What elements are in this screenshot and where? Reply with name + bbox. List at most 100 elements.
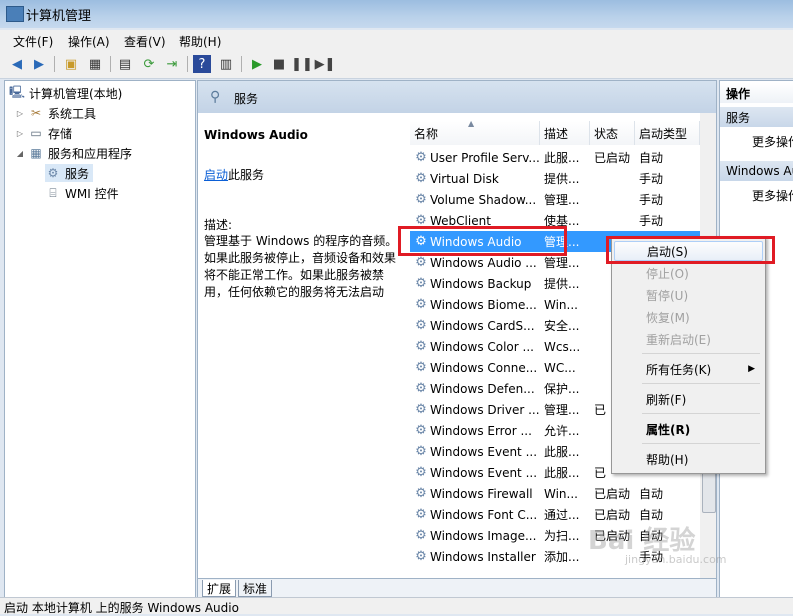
gear-icon: ⚙	[415, 381, 427, 396]
tree-item-label: 系统工具	[48, 106, 97, 121]
service-description-cell: 为扫...	[544, 529, 580, 543]
service-name-cell: ⚙ Volume Shadow...	[410, 193, 540, 207]
description-text: 管理基于 Windows 的程序的音频。如果此服务被停止，音频设备和效果将不能正…	[204, 234, 398, 299]
export-list-icon[interactable]: ⇥	[163, 55, 181, 73]
gear-icon: ⚙	[415, 318, 427, 333]
actions-more-2[interactable]: 更多操作	[720, 185, 793, 205]
service-name: Windows Image...	[430, 528, 537, 543]
context-menu: 启动(S) 停止(O) 暂停(U) 恢复(M) 重新启动(E) 所有任务(K) …	[611, 236, 766, 474]
show-hide-action-pane-icon[interactable]: ▥	[217, 55, 235, 73]
gear-icon: ⚙	[415, 549, 427, 564]
annotation-box-start	[606, 236, 775, 264]
service-description-cell: 管理...	[544, 256, 580, 270]
service-name-cell: ⚙ Windows Backup	[410, 277, 540, 291]
actions-section-services[interactable]: 服务	[720, 107, 793, 127]
service-startup-cell: 手动	[639, 172, 664, 186]
gear-icon: ⚙	[415, 444, 427, 459]
service-name-cell: ⚙ Windows Event ...	[410, 445, 540, 459]
menu-item-refresh[interactable]: 刷新(F)	[614, 389, 763, 409]
collapse-icon[interactable]: ◢	[15, 149, 25, 158]
service-name: Windows Color ...	[430, 339, 534, 354]
menu-item-restart[interactable]: 重新启动(E)	[614, 329, 763, 349]
tree-item-services-apps[interactable]: ◢ ▦ 服务和应用程序	[15, 144, 132, 162]
service-name: Windows Driver ...	[430, 402, 540, 417]
column-status[interactable]: 状态	[590, 121, 635, 145]
back-icon[interactable]: ◀	[8, 55, 26, 73]
column-startup-type[interactable]: 启动类型	[635, 121, 700, 145]
actions-more-1[interactable]: 更多操作	[720, 131, 793, 151]
menu-item-pause[interactable]: 暂停(U)	[614, 285, 763, 305]
tab-standard[interactable]: 标准	[238, 580, 273, 597]
menu-item-properties[interactable]: 属性(R)	[614, 419, 763, 439]
menu-item-resume[interactable]: 恢复(M)	[614, 307, 763, 327]
service-description-cell: 添加...	[544, 550, 580, 564]
service-name: Windows Event ...	[430, 465, 538, 480]
tree-item-wmi[interactable]: ⌸ WMI 控件	[45, 184, 119, 202]
service-startup-cell: 自动	[639, 487, 664, 501]
service-name: Windows Firewall	[430, 486, 533, 501]
properties-icon[interactable]: ▤	[116, 55, 134, 73]
service-name: Windows Audio ...	[430, 255, 537, 270]
table-row[interactable]: ⚙ Windows Firewall Win... 已启动 自动	[410, 483, 700, 504]
refresh-icon[interactable]: ⟳	[140, 55, 158, 73]
help-icon[interactable]: ?	[193, 55, 211, 73]
service-name: Windows Event ...	[430, 444, 538, 459]
service-name: Windows Font C...	[430, 507, 538, 522]
column-description[interactable]: 描述	[540, 121, 590, 145]
menu-item-stop[interactable]: 停止(O)	[614, 263, 763, 283]
menu-view[interactable]: 查看(V)	[124, 33, 166, 50]
service-name: Windows Installer	[430, 549, 536, 564]
service-name-cell: ⚙ Windows Biome...	[410, 298, 540, 312]
service-name: Windows Conne...	[430, 360, 538, 375]
start-service-suffix: 此服务	[228, 168, 265, 182]
column-name[interactable]: 名称 ▲	[410, 119, 540, 145]
menu-item-all-tasks-label: 所有任务(K)	[646, 362, 712, 377]
tree-item-storage[interactable]: ▷ ▭ 存储	[15, 124, 72, 142]
gear-icon: ⚙	[415, 402, 427, 417]
menu-item-help[interactable]: 帮助(H)	[614, 449, 763, 469]
menu-action[interactable]: 操作(A)	[68, 33, 110, 50]
restart-service-icon[interactable]: ▶❚	[315, 55, 336, 73]
menu-item-all-tasks[interactable]: 所有任务(K) ▶	[614, 359, 763, 379]
pause-service-icon[interactable]: ❚❚	[291, 55, 313, 73]
table-row[interactable]: ⚙ Virtual Disk 提供... 手动	[410, 168, 700, 189]
column-name-label: 名称	[414, 126, 439, 141]
menu-help[interactable]: 帮助(H)	[179, 33, 221, 50]
forward-icon[interactable]: ▶	[30, 55, 48, 73]
tree-item-system-tools[interactable]: ▷ ✂ 系统工具	[15, 104, 96, 122]
gear-icon: ⚙	[415, 255, 427, 270]
service-description-cell: 保护...	[544, 382, 580, 396]
service-description-cell: 通过...	[544, 508, 580, 522]
menu-file[interactable]: 文件(F)	[13, 33, 53, 50]
menu-bar: 文件(F) 操作(A) 查看(V) 帮助(H)	[0, 30, 793, 50]
start-service-link[interactable]: 启动	[204, 168, 228, 182]
up-folder-icon[interactable]: ▣	[62, 55, 80, 73]
window-title: 计算机管理	[26, 9, 92, 24]
expand-icon[interactable]: ▷	[15, 129, 25, 138]
status-text: 启动 本地计算机 上的服务 Windows Audio	[4, 601, 239, 615]
tree-item-services[interactable]: ⚙ 服务	[45, 164, 94, 182]
service-description-cell: 管理...	[544, 193, 580, 207]
tab-extended[interactable]: 扩展	[202, 580, 237, 597]
tree-root[interactable]: 🖳 计算机管理(本地)	[9, 84, 122, 102]
description-pane: Windows Audio 启动此服务 描述: 管理基于 Windows 的程序…	[198, 113, 408, 579]
services-header: ⚲ 服务	[198, 81, 716, 113]
service-name-cell: ⚙ Windows Conne...	[410, 361, 540, 375]
table-row[interactable]: ⚙ User Profile Serv... 此服... 已启动 自动	[410, 147, 700, 168]
gear-icon: ⚙	[415, 171, 427, 186]
service-description-cell: 管理...	[544, 403, 580, 417]
service-name-cell: ⚙ Windows Installer	[410, 550, 540, 564]
start-service-icon[interactable]: ▶	[248, 55, 266, 73]
service-description-cell: 此服...	[544, 466, 580, 480]
tree-item-label: WMI 控件	[65, 186, 119, 201]
service-description-cell: Wcs...	[544, 339, 581, 354]
show-hide-tree-icon[interactable]: ▦	[86, 55, 104, 73]
expand-icon[interactable]: ▷	[15, 109, 25, 118]
actions-section-windows-audio[interactable]: Windows Audio	[720, 161, 793, 181]
service-description-cell: 允许...	[544, 424, 580, 438]
service-description-cell: 安全...	[544, 319, 580, 333]
stop-service-icon[interactable]: ■	[270, 55, 288, 73]
table-row[interactable]: ⚙ Volume Shadow... 管理... 手动	[410, 189, 700, 210]
service-status-cell: 已启动	[594, 487, 631, 501]
gear-icon: ⚙	[47, 166, 59, 180]
